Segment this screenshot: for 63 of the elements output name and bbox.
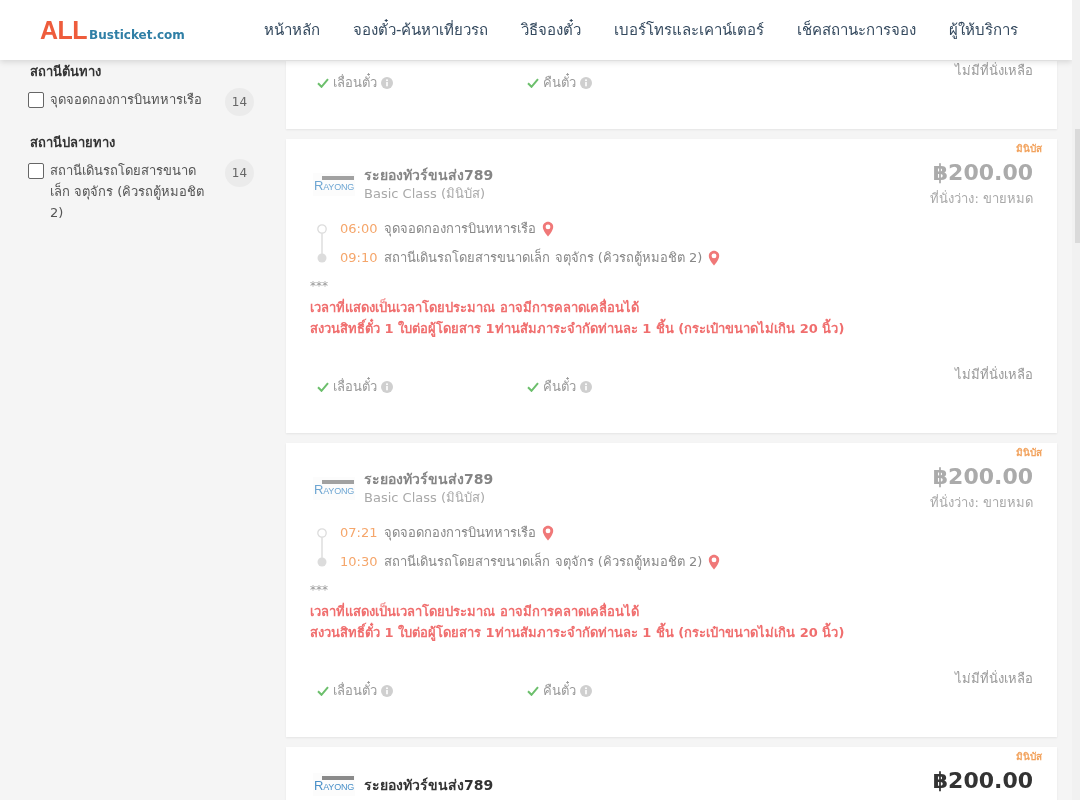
fare-price: ฿200.00 <box>932 463 1033 491</box>
filter-option-label: จุดจอดกองการบินทหารเรือ <box>50 91 203 110</box>
seat-availability: ที่นั่งว่าง: ขายหมด <box>930 494 1033 512</box>
feature-label: คืนตั๋ว <box>543 73 576 92</box>
seats-note: ไม่มีที่นั่งเหลือ <box>955 669 1033 688</box>
info-icon[interactable] <box>580 381 592 393</box>
bus-class: Basic Class (มินิบัส) <box>364 185 487 203</box>
seat-availability: ที่นั่งว่าง: ขายหมด <box>930 190 1033 208</box>
note-marker: *** <box>310 278 329 294</box>
route-line-drawing <box>317 223 327 263</box>
feature-label: เลื่อนตั๋ว <box>333 73 377 92</box>
station-name: จุดจอดกองการบินทหารเรือ <box>384 524 537 543</box>
nav-link[interactable]: วิธีจองตั๋ว <box>521 18 582 42</box>
stop-time: 07:21 <box>340 525 378 540</box>
site-logo[interactable]: ALL Busticket.com <box>40 15 185 45</box>
stop-time: 06:00 <box>340 221 378 236</box>
nav-link[interactable]: หน้าหลัก <box>264 18 320 42</box>
count-badge: 14 <box>225 159 254 187</box>
info-icon[interactable] <box>580 77 592 89</box>
station-name: สถานีเดินรถโดยสารขนาดเล็ก จตุจักร (คิวรถตู้หมอชิต 2) <box>384 247 703 268</box>
map-pin-icon[interactable] <box>708 553 721 570</box>
info-icon[interactable] <box>580 685 592 697</box>
seats-note: ไม่มีที่นั่งเหลือ <box>955 365 1033 384</box>
filter-heading: สถานีปลายทาง <box>29 134 116 152</box>
feature-label: เลื่อนตั๋ว <box>333 681 377 700</box>
note-marker: *** <box>310 582 329 598</box>
map-pin-icon[interactable] <box>708 249 721 266</box>
feature-label: คืนตั๋ว <box>543 681 576 700</box>
filter-heading: สถานีต้นทาง <box>29 63 102 81</box>
fare-price: ฿200.00 <box>932 159 1033 187</box>
info-icon[interactable] <box>381 381 393 393</box>
vehicle-type-label: มินิบัส <box>1016 143 1042 155</box>
filter-option-label: สถานีเดินรถโดยสารขนาดเล็ก จตุจักร (คิวรถตู้หมอชิต 2) <box>50 162 206 222</box>
route-line-drawing <box>317 527 327 567</box>
feature-label: เลื่อนตั๋ว <box>333 377 377 396</box>
warning-note: เวลาที่แสดงเป็นเวลาโดยประมาณ อาจมีการคลาดเคลื่อนได้ <box>310 297 640 317</box>
seats-note: ไม่มีที่นั่งเหลือ <box>955 61 1033 80</box>
station-name: สถานีเดินรถโดยสารขนาดเล็ก จตุจักร (คิวรถตู้หมอชิต 2) <box>384 551 703 572</box>
map-pin-icon[interactable] <box>542 220 555 237</box>
vehicle-type-label: มินิบัส <box>1016 447 1042 459</box>
vehicle-type-label: มินิบัส <box>1016 751 1042 763</box>
checkbox[interactable] <box>28 92 44 108</box>
nav-link[interactable]: จองตั๋ว-ค้นหาเที่ยวรถ <box>353 18 489 42</box>
operator-name: ระยองทัวร์ขนส่ง789 <box>364 470 494 489</box>
warning-note: สงวนสิทธิ์ตั๋ว 1 ใบต่อผู้โดยสาร 1ท่านสัมภาระจำกัดท่านละ 1 ชิ้น (กระเป๋าขนาดไม่เกิน 20 นิ้ว) <box>310 622 1033 643</box>
station-name: จุดจอดกองการบินทหารเรือ <box>384 220 537 239</box>
stop-time: 10:30 <box>340 554 378 569</box>
info-icon[interactable] <box>381 77 393 89</box>
nav-link[interactable]: ผู้ให้บริการ <box>949 18 1019 42</box>
stop-time: 09:10 <box>340 250 378 265</box>
nav-link[interactable]: เบอร์โทรและเคาน์เตอร์ <box>614 18 765 42</box>
bus-class: Basic Class (มินิบัส) <box>364 489 487 507</box>
count-badge: 14 <box>225 88 254 116</box>
info-icon[interactable] <box>381 685 393 697</box>
fare-price: ฿200.00 <box>932 767 1033 795</box>
warning-note: สงวนสิทธิ์ตั๋ว 1 ใบต่อผู้โดยสาร 1ท่านสัมภาระจำกัดท่านละ 1 ชิ้น (กระเป๋าขนาดไม่เกิน 20 นิ้ว) <box>310 318 1033 339</box>
feature-label: คืนตั๋ว <box>543 377 576 396</box>
operator-name: ระยองทัวร์ขนส่ง789 <box>364 775 494 795</box>
checkbox[interactable] <box>28 163 44 179</box>
nav-link[interactable]: เช็คสถานะการจอง <box>797 18 917 42</box>
operator-name: ระยองทัวร์ขนส่ง789 <box>364 166 494 185</box>
warning-note: เวลาที่แสดงเป็นเวลาโดยประมาณ อาจมีการคลาดเคลื่อนได้ <box>310 601 640 621</box>
map-pin-icon[interactable] <box>542 524 555 541</box>
